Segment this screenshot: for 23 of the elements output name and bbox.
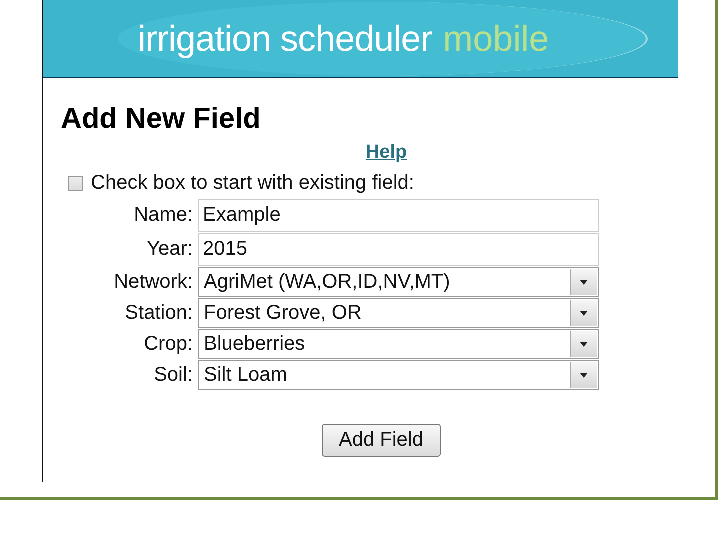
checkbox-label: Check box to start with existing field: [91, 172, 414, 195]
page-title: Add New Field [61, 102, 262, 136]
field-label: Network: [113, 270, 193, 294]
dropdown-arrow-icon [580, 280, 588, 284]
dropdown-arrow-icon [580, 372, 588, 378]
checkbox[interactable] [68, 176, 83, 191]
field-label: Crop: [143, 332, 193, 356]
logo-text: irrigation scheduler [138, 18, 432, 60]
input-field[interactable]: Example [198, 199, 599, 232]
dropdown-arrow-icon [580, 310, 588, 316]
field-label: Name: [133, 204, 193, 227]
field-label: Station: [124, 302, 193, 324]
dropdown[interactable]: Forest Grove, OR [198, 298, 599, 328]
dropdown[interactable]: Blueberries [198, 329, 599, 359]
field-label: Soil: [153, 364, 193, 386]
logo-accent: mobile [443, 18, 550, 60]
input-field[interactable]: 2015 [198, 233, 599, 266]
add-field-button[interactable]: Add Field [322, 424, 440, 457]
dropdown-arrow-icon [580, 342, 588, 346]
dropdown[interactable]: AgriMet (WA,OR,ID,NV,MT) [198, 267, 599, 297]
dropdown[interactable]: Silt Loam [198, 360, 599, 390]
help-link[interactable]: Help [366, 142, 408, 163]
field-label: Year: [146, 238, 193, 261]
